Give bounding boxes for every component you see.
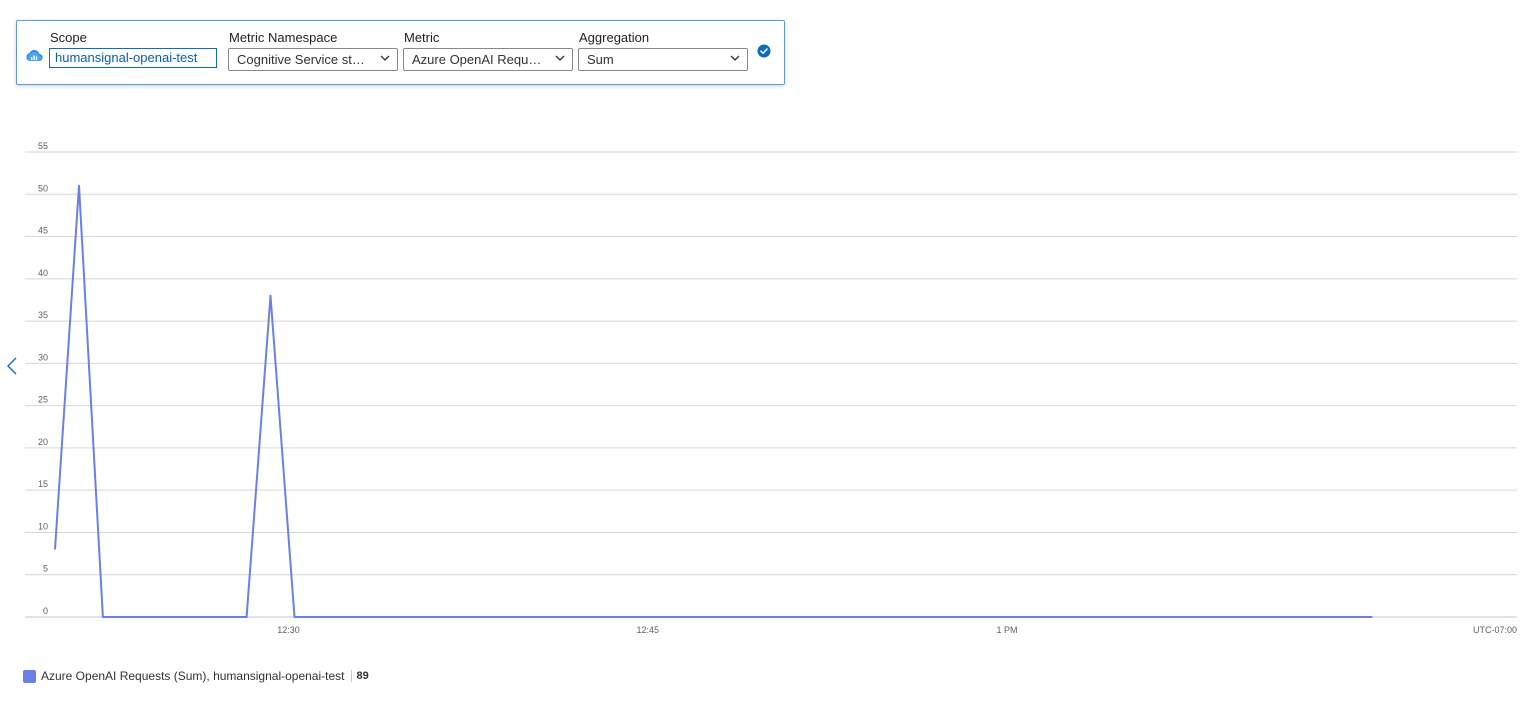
y-tick-label: 35 bbox=[38, 310, 48, 320]
y-tick-label: 55 bbox=[38, 141, 48, 151]
legend-divider bbox=[350, 670, 352, 682]
timezone-label: UTC-07:00 bbox=[1473, 625, 1517, 635]
metric-field: Metric Azure OpenAI Requ… bbox=[403, 30, 573, 71]
metric-dropdown[interactable]: Azure OpenAI Requ… bbox=[403, 48, 573, 71]
scope-input[interactable]: humansignal-openai-test bbox=[49, 48, 217, 68]
y-tick-label: 5 bbox=[43, 564, 48, 574]
metric-value: Azure OpenAI Requ… bbox=[412, 52, 542, 67]
metric-label: Metric bbox=[404, 30, 440, 45]
checkmark-circle-icon[interactable] bbox=[757, 44, 771, 58]
metric-namespace-value: Cognitive Service st… bbox=[237, 52, 365, 67]
y-tick-label: 0 bbox=[43, 606, 48, 616]
y-tick-label: 15 bbox=[38, 479, 48, 489]
chevron-down-icon bbox=[380, 55, 390, 61]
y-tick-label: 50 bbox=[38, 183, 48, 193]
cloud-resource-icon bbox=[26, 49, 43, 62]
y-tick-label: 45 bbox=[38, 226, 48, 236]
aggregation-value: Sum bbox=[587, 52, 614, 67]
metric-namespace-field: Metric Namespace Cognitive Service st… bbox=[228, 30, 398, 71]
y-tick-label: 40 bbox=[38, 268, 48, 278]
chevron-down-icon bbox=[730, 55, 740, 61]
aggregation-dropdown[interactable]: Sum bbox=[578, 48, 748, 71]
chevron-down-icon bbox=[555, 55, 565, 61]
scope-field: Scope humansignal-openai-test bbox=[49, 30, 217, 68]
y-tick-label: 30 bbox=[38, 352, 48, 362]
x-tick-label: 12:30 bbox=[277, 625, 300, 635]
y-tick-label: 20 bbox=[38, 437, 48, 447]
legend-label: Azure OpenAI Requests (Sum), humansignal… bbox=[41, 669, 345, 683]
metric-namespace-dropdown[interactable]: Cognitive Service st… bbox=[228, 48, 398, 71]
aggregation-label: Aggregation bbox=[579, 30, 650, 45]
x-tick-label: 12:45 bbox=[636, 625, 659, 635]
scope-label: Scope bbox=[50, 30, 87, 45]
legend-swatch bbox=[23, 669, 36, 683]
metric-namespace-label: Metric Namespace bbox=[229, 30, 338, 45]
aggregation-field: Aggregation Sum bbox=[578, 30, 748, 71]
series-line bbox=[54, 184, 1373, 618]
y-axis-ticks: 0 5 10 15 20 25 30 35 40 45 50 55 bbox=[38, 141, 48, 616]
legend-value: 89 bbox=[356, 670, 369, 682]
y-tick-label: 25 bbox=[38, 395, 48, 405]
x-axis-ticks: 12:30 12:45 1 PM UTC-07:00 bbox=[277, 625, 1517, 635]
y-tick-label: 10 bbox=[38, 521, 48, 531]
metric-selector-toolbar: Scope humansignal-openai-test Metric Nam… bbox=[16, 20, 785, 85]
chart-series bbox=[54, 184, 1373, 618]
chart-gridlines bbox=[25, 151, 1517, 618]
chart-legend[interactable]: Azure OpenAI Requests (Sum), humansignal… bbox=[23, 668, 369, 684]
metrics-chart: 0 5 10 15 20 25 30 35 40 45 50 55 12:30 12:45 1 PM UTC… bbox=[25, 141, 1517, 635]
x-tick-label: 1 PM bbox=[996, 625, 1017, 635]
